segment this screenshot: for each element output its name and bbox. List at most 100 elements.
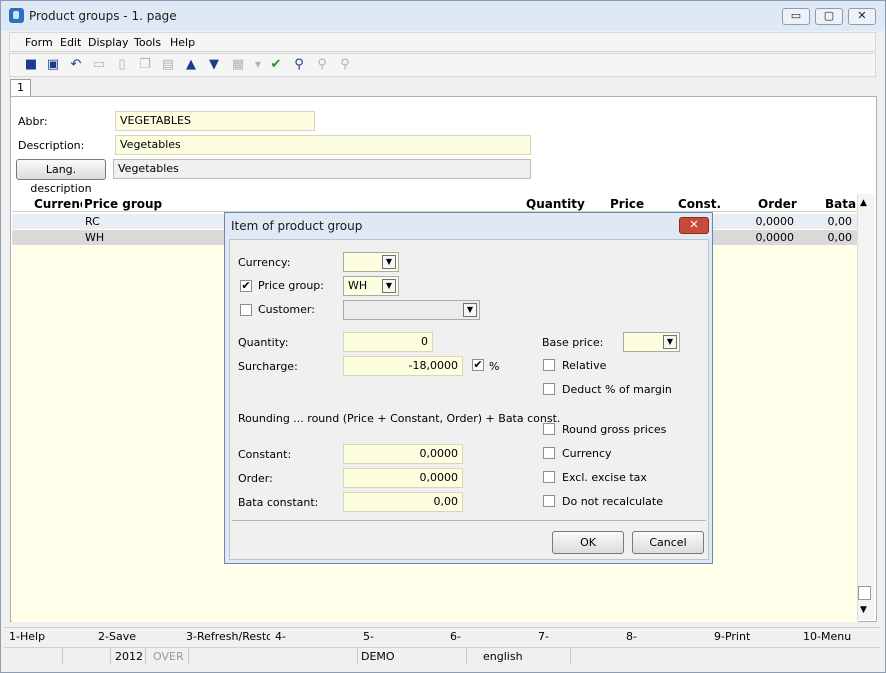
excise-tax-label: Excl. excise tax bbox=[562, 471, 647, 484]
menu-help[interactable]: Help bbox=[170, 36, 195, 49]
maximize-button[interactable]: ▢ bbox=[815, 8, 843, 25]
fkey-7[interactable]: 7- bbox=[538, 630, 549, 643]
window-title: Product groups - 1. page bbox=[29, 9, 177, 23]
ok-button[interactable]: OK bbox=[552, 531, 624, 554]
price-group-checkbox[interactable]: ✔ bbox=[240, 280, 252, 292]
row-price-group: RC bbox=[85, 215, 100, 228]
base-price-label: Base price: bbox=[542, 336, 604, 349]
save-icon[interactable]: ■ bbox=[23, 57, 39, 73]
order-field[interactable]: 0,0000 bbox=[343, 468, 463, 488]
abbr-field[interactable]: VEGETABLES bbox=[115, 111, 315, 131]
status-language: english bbox=[483, 650, 523, 663]
chevron-down-icon[interactable]: ▼ bbox=[382, 279, 396, 293]
status-year: 2012 bbox=[115, 650, 143, 663]
price-group-select[interactable]: WH ▼ bbox=[343, 276, 399, 296]
col-price[interactable]: Price bbox=[610, 197, 644, 211]
currency-checkbox-label: Currency bbox=[562, 447, 612, 460]
fkey-refresh[interactable]: 3-Refresh/Restor bbox=[186, 630, 270, 643]
find-next-icon[interactable]: ⚲ bbox=[314, 57, 330, 73]
scroll-down-icon[interactable]: ▼ bbox=[860, 605, 867, 615]
fkey-menu[interactable]: 10-Menu bbox=[803, 630, 851, 643]
menu-display[interactable]: Display bbox=[88, 36, 129, 49]
do-not-recalculate-checkbox[interactable] bbox=[543, 495, 555, 507]
chevron-down-icon[interactable]: ▼ bbox=[382, 255, 396, 269]
col-quantity[interactable]: Quantity bbox=[526, 197, 585, 211]
lang-description-button[interactable]: Lang. description bbox=[16, 159, 106, 195]
clipboard-icon[interactable]: ▤ bbox=[160, 57, 176, 73]
row-order: 0,0000 bbox=[755, 215, 795, 228]
deduct-margin-checkbox[interactable] bbox=[543, 383, 555, 395]
customer-checkbox[interactable] bbox=[240, 304, 252, 316]
filter-icon[interactable]: ✔ bbox=[268, 57, 284, 73]
status-separator bbox=[570, 648, 571, 664]
fkey-6[interactable]: 6- bbox=[450, 630, 461, 643]
description-field[interactable]: Vegetables bbox=[115, 135, 531, 155]
open-folder-icon[interactable]: ▭ bbox=[91, 57, 107, 73]
menu-form[interactable]: Form bbox=[25, 36, 53, 49]
save-as-icon[interactable]: ▣ bbox=[45, 57, 61, 73]
order-label: Order: bbox=[238, 472, 273, 485]
status-overwrite: OVER bbox=[153, 650, 184, 663]
dialog-close-icon[interactable]: ✕ bbox=[679, 217, 709, 234]
menu-tools[interactable]: Tools bbox=[134, 36, 161, 49]
col-order[interactable]: Order bbox=[758, 197, 797, 211]
export-icon[interactable]: ▦ bbox=[230, 57, 246, 73]
close-window-button[interactable]: ✕ bbox=[848, 8, 876, 25]
surcharge-field[interactable]: -18,0000 bbox=[343, 356, 463, 376]
description-label: Description: bbox=[18, 139, 85, 152]
copy-icon[interactable]: ❐ bbox=[137, 57, 153, 73]
export-dropdown-icon[interactable]: ▼ bbox=[250, 57, 266, 73]
percent-label: % bbox=[489, 360, 500, 373]
find-icon[interactable]: ⚲ bbox=[291, 57, 307, 73]
rounding-description: Rounding ... round (Price + Constant, Or… bbox=[238, 412, 561, 425]
col-price-group[interactable]: Price group bbox=[84, 197, 162, 211]
new-document-icon[interactable]: ▯ bbox=[114, 57, 130, 73]
scroll-up-icon[interactable]: ▲ bbox=[860, 198, 867, 208]
fkey-print[interactable]: 9-Print bbox=[714, 630, 750, 643]
bata-constant-field[interactable]: 0,00 bbox=[343, 492, 463, 512]
dialog-divider bbox=[232, 520, 706, 521]
tab-page-1[interactable]: 1 bbox=[10, 79, 31, 97]
arrow-down-icon[interactable]: ▼ bbox=[206, 57, 222, 73]
row-price-group: WH bbox=[85, 231, 105, 244]
cancel-button[interactable]: Cancel bbox=[632, 531, 704, 554]
col-currency[interactable]: Currency bbox=[34, 197, 82, 211]
price-group-value: WH bbox=[348, 279, 368, 292]
item-dialog: Item of product group ✕ Currency: ▼ ✔ Pr… bbox=[224, 212, 713, 564]
percent-checkbox[interactable]: ✔ bbox=[472, 359, 484, 371]
menu-edit[interactable]: Edit bbox=[60, 36, 81, 49]
arrow-up-icon[interactable]: ▲ bbox=[183, 57, 199, 73]
relative-checkbox[interactable] bbox=[543, 359, 555, 371]
quantity-field[interactable]: 0 bbox=[343, 332, 433, 352]
round-gross-checkbox[interactable] bbox=[543, 423, 555, 435]
undo-icon[interactable]: ↶ bbox=[68, 57, 84, 73]
base-price-select[interactable]: ▼ bbox=[623, 332, 680, 352]
abbr-label: Abbr: bbox=[18, 115, 48, 128]
status-database: DEMO bbox=[361, 650, 395, 663]
chevron-down-icon[interactable]: ▼ bbox=[663, 335, 677, 349]
col-bata[interactable]: Bata bbox=[825, 197, 856, 211]
lang-description-field: Vegetables bbox=[113, 159, 531, 179]
dialog-title: Item of product group bbox=[231, 219, 363, 233]
round-gross-label: Round gross prices bbox=[562, 423, 667, 436]
currency-checkbox[interactable] bbox=[543, 447, 555, 459]
customer-select[interactable]: ▼ bbox=[343, 300, 480, 320]
scroll-thumb[interactable] bbox=[858, 586, 871, 600]
fkey-4[interactable]: 4- bbox=[275, 630, 286, 643]
status-separator bbox=[357, 648, 358, 664]
fkey-8[interactable]: 8- bbox=[626, 630, 637, 643]
excise-tax-checkbox[interactable] bbox=[543, 471, 555, 483]
minimize-button[interactable]: ▭ bbox=[782, 8, 810, 25]
col-const[interactable]: Const. bbox=[678, 197, 721, 211]
customer-label: Customer: bbox=[258, 303, 315, 316]
find-previous-icon[interactable]: ⚲ bbox=[337, 57, 353, 73]
relative-label: Relative bbox=[562, 359, 607, 372]
currency-select[interactable]: ▼ bbox=[343, 252, 399, 272]
chevron-down-icon[interactable]: ▼ bbox=[463, 303, 477, 317]
fkey-5[interactable]: 5- bbox=[363, 630, 374, 643]
vertical-scrollbar[interactable] bbox=[857, 194, 874, 620]
constant-field[interactable]: 0,0000 bbox=[343, 444, 463, 464]
fkey-save[interactable]: 2-Save bbox=[98, 630, 136, 643]
fkey-help[interactable]: 1-Help bbox=[9, 630, 45, 643]
do-not-recalculate-label: Do not recalculate bbox=[562, 495, 663, 508]
